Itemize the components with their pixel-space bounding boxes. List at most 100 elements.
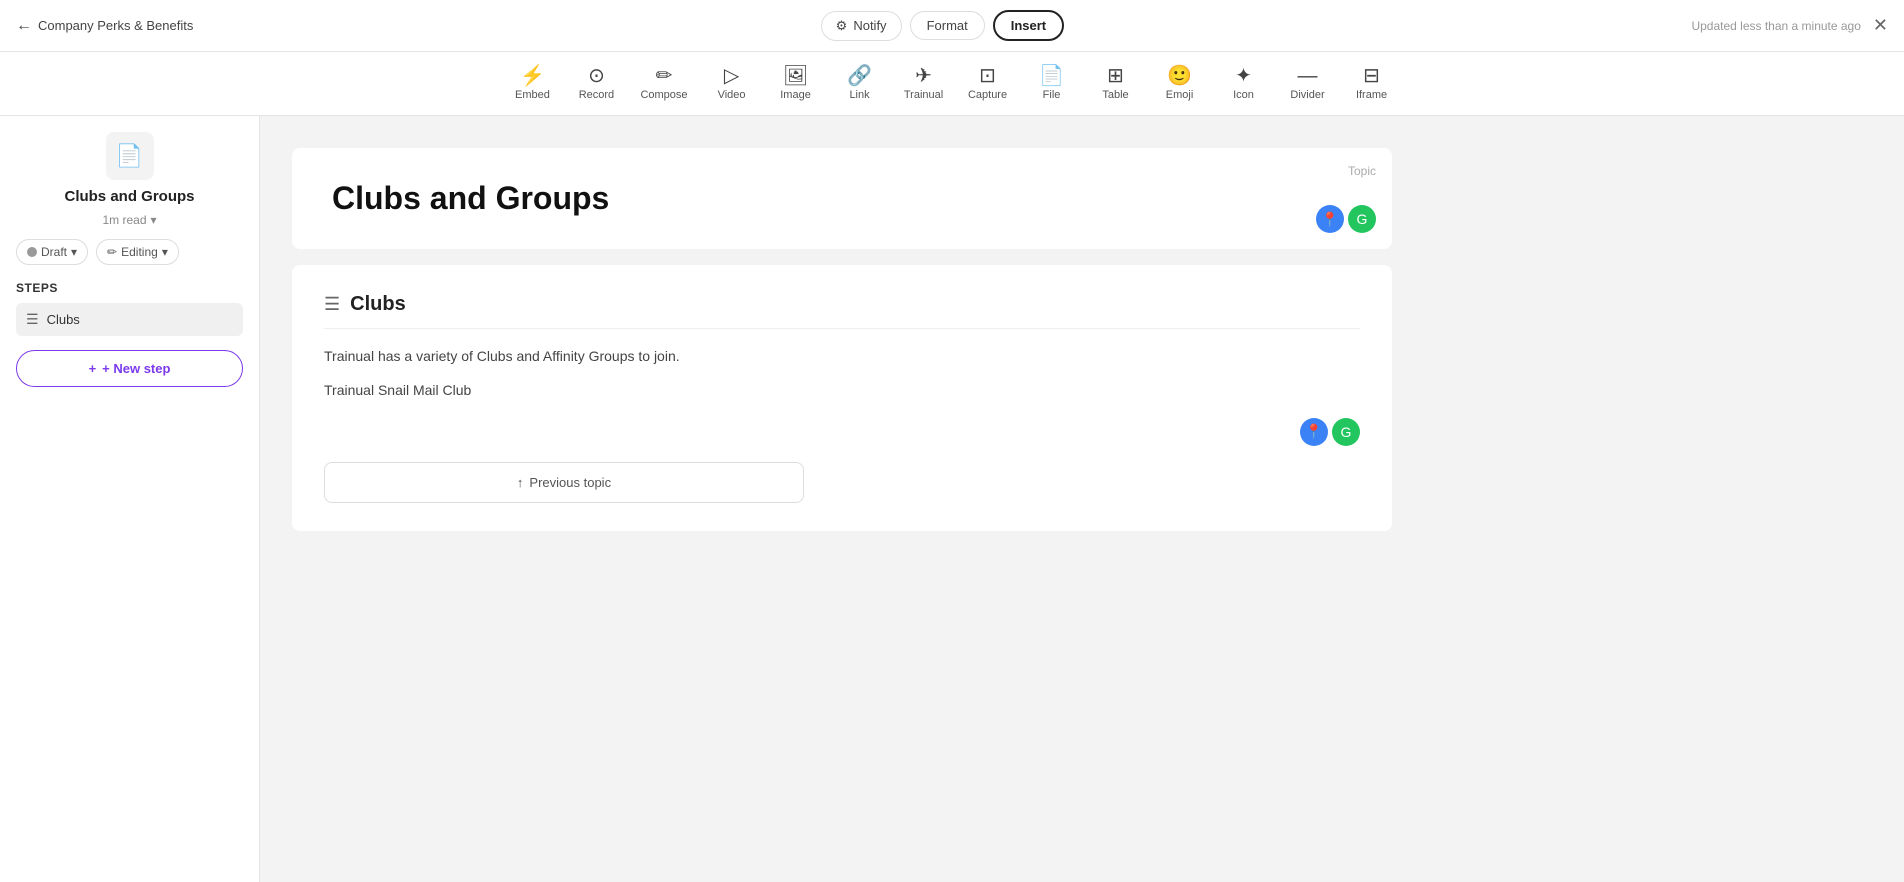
record-icon: ⊙	[588, 66, 605, 86]
editing-label: Editing	[121, 245, 158, 259]
icon-icon: ✦	[1235, 66, 1252, 86]
close-icon: ✕	[1873, 15, 1888, 35]
divider-icon: —	[1298, 66, 1318, 86]
emoji-icon: 🙂	[1167, 66, 1192, 86]
toolbar-label-icon: Icon	[1233, 89, 1254, 101]
format-button[interactable]: Format	[910, 11, 985, 40]
editing-badge[interactable]: ✏ Editing ▾	[96, 239, 179, 265]
step-avatars: 📍 G	[324, 418, 1360, 446]
toolbar-label-capture: Capture	[968, 89, 1007, 101]
top-bar: ← Company Perks & Benefits ⚙ Notify Form…	[0, 0, 1904, 52]
sidebar-step-clubs[interactable]: ☰ Clubs	[16, 303, 243, 336]
topic-title: Clubs and Groups	[332, 180, 1352, 217]
compose-icon: ✏	[656, 66, 673, 86]
new-step-label: + New step	[102, 361, 170, 376]
draft-dot-icon	[27, 247, 37, 257]
table-icon: ⊞	[1107, 66, 1124, 86]
capture-icon: ⊡	[979, 66, 996, 86]
video-icon: ▷	[724, 66, 739, 86]
step-body-line2: Trainual Snail Mail Club	[324, 379, 1360, 401]
insert-button[interactable]: Insert	[993, 10, 1064, 41]
sidebar-doc-icon: 📄	[106, 132, 154, 180]
step-body: Trainual has a variety of Clubs and Affi…	[324, 345, 1360, 402]
main-layout: 📄 Clubs and Groups 1m read ▾ Draft ▾ ✏ E…	[0, 116, 1904, 882]
draft-label: Draft	[41, 245, 67, 259]
back-button[interactable]: ← Company Perks & Benefits	[16, 17, 193, 35]
toolbar-item-table[interactable]: ⊞ Table	[1086, 60, 1146, 107]
toolbar-label-compose: Compose	[640, 89, 687, 101]
topic-label: Topic	[1348, 164, 1376, 178]
close-button[interactable]: ✕	[1873, 15, 1888, 36]
new-step-button[interactable]: + + New step	[16, 350, 243, 387]
toolbar-label-image: Image	[780, 89, 811, 101]
toolbar-item-file[interactable]: 📄 File	[1022, 60, 1082, 107]
back-label: Company Perks & Benefits	[38, 18, 193, 33]
prev-topic-icon: ↑	[517, 475, 524, 490]
toolbar-label-divider: Divider	[1290, 89, 1324, 101]
link-icon: 🔗	[847, 66, 872, 86]
steps-label: Steps	[16, 281, 243, 295]
step-title: Clubs	[350, 293, 406, 316]
sidebar-badges: Draft ▾ ✏ Editing ▾	[16, 239, 243, 265]
toolbar-item-image[interactable]: 🖼 Image	[766, 60, 826, 107]
step-avatar-green: G	[1332, 418, 1360, 446]
toolbar-item-compose[interactable]: ✏ Compose	[630, 60, 697, 107]
updated-text: Updated less than a minute ago	[1691, 19, 1860, 33]
notify-icon: ⚙	[836, 18, 848, 34]
toolbar-item-icon[interactable]: ✦ Icon	[1214, 60, 1274, 107]
notify-label: Notify	[853, 18, 886, 33]
avatar-green: G	[1348, 205, 1376, 233]
topic-card: Topic Clubs and Groups 📍 G	[292, 148, 1392, 249]
sidebar-read[interactable]: 1m read ▾	[16, 213, 243, 227]
step-list-icon: ☰	[26, 311, 39, 328]
toolbar-item-capture[interactable]: ⊡ Capture	[958, 60, 1018, 107]
toolbar-item-divider[interactable]: — Divider	[1278, 60, 1338, 107]
toolbar-label-file: File	[1043, 89, 1061, 101]
chevron-down-icon: ▾	[151, 213, 157, 227]
embed-icon: ⚡	[520, 66, 545, 86]
sidebar: 📄 Clubs and Groups 1m read ▾ Draft ▾ ✏ E…	[0, 116, 260, 882]
draft-badge[interactable]: Draft ▾	[16, 239, 88, 265]
sidebar-step-label: Clubs	[47, 312, 80, 327]
format-label: Format	[927, 18, 968, 33]
top-bar-right: Updated less than a minute ago ✕	[1691, 15, 1888, 36]
content-area: Topic Clubs and Groups 📍 G ☰ Clubs Train…	[260, 116, 1904, 882]
image-icon: 🖼	[783, 66, 808, 86]
draft-chevron-icon: ▾	[71, 245, 77, 259]
file-icon: 📄	[1039, 66, 1064, 86]
toolbar-label-emoji: Emoji	[1166, 89, 1194, 101]
toolbar-label-link: Link	[849, 89, 869, 101]
insert-label: Insert	[1011, 18, 1046, 33]
toolbar-label-embed: Embed	[515, 89, 550, 101]
toolbar-item-iframe[interactable]: ⊟Iframe	[1342, 60, 1402, 107]
toolbar-label-video: Video	[718, 89, 746, 101]
editing-chevron-icon: ▾	[162, 245, 168, 259]
pencil-icon: ✏	[107, 245, 117, 259]
sidebar-title: Clubs and Groups	[16, 188, 243, 205]
prev-topic-label: Previous topic	[529, 475, 611, 490]
top-bar-left: ← Company Perks & Benefits	[16, 17, 193, 35]
step-list-header-icon: ☰	[324, 294, 340, 315]
step-body-line1: Trainual has a variety of Clubs and Affi…	[324, 345, 1360, 367]
back-arrow-icon: ←	[16, 17, 32, 35]
toolbar-label-table: Table	[1102, 89, 1128, 101]
read-label: 1m read	[102, 213, 146, 227]
topic-avatars: 📍 G	[1316, 205, 1376, 233]
toolbar-item-video[interactable]: ▷ Video	[702, 60, 762, 107]
toolbar-item-embed[interactable]: ⚡ Embed	[502, 60, 562, 107]
toolbar: ⚡ Embed ⊙ Record ✏ Compose ▷ Video 🖼 Image 🔗 Link ✈T…	[0, 52, 1904, 116]
notify-button[interactable]: ⚙ Notify	[821, 11, 902, 41]
prev-topic-button[interactable]: ↑ Previous topic	[324, 462, 804, 503]
toolbar-item-emoji[interactable]: 🙂 Emoji	[1150, 60, 1210, 107]
toolbar-item-trainual[interactable]: ✈Trainual	[894, 60, 954, 107]
step-header: ☰ Clubs	[324, 293, 1360, 329]
toolbar-label-trainual: Trainual	[904, 89, 943, 101]
step-card: ☰ Clubs Trainual has a variety of Clubs …	[292, 265, 1392, 531]
top-bar-center: ⚙ Notify Format Insert	[821, 10, 1064, 41]
step-avatar-blue: 📍	[1300, 418, 1328, 446]
avatar-blue: 📍	[1316, 205, 1344, 233]
new-step-plus-icon: +	[89, 361, 97, 376]
toolbar-item-link[interactable]: 🔗 Link	[830, 60, 890, 107]
toolbar-item-record[interactable]: ⊙ Record	[566, 60, 626, 107]
toolbar-label-record: Record	[579, 89, 614, 101]
